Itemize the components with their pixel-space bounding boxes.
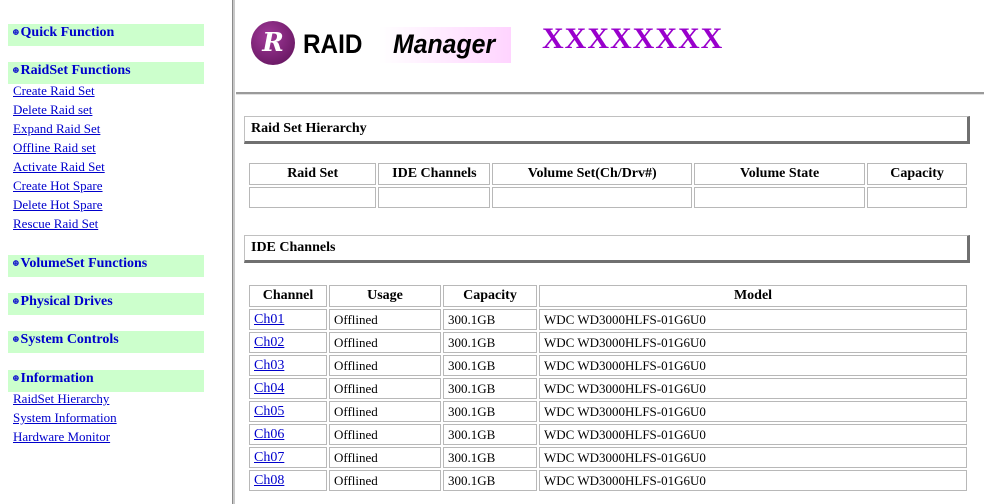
capacity-cell: 300.1GB [443,424,537,445]
model-cell: WDC WD3000HLFS-01G6U0 [539,470,967,491]
table-row: Ch05 Offlined 300.1GB WDC WD3000HLFS-01G… [249,401,967,422]
channel-link-ch08[interactable]: Ch08 [254,473,284,488]
usage-cell: Offlined [329,378,441,399]
table-row: Ch06 Offlined 300.1GB WDC WD3000HLFS-01G… [249,424,967,445]
table-row: Ch02 Offlined 300.1GB WDC WD3000HLFS-01G… [249,332,967,353]
channel-cell: Ch01 [249,309,327,330]
sidebar-link-create-raid-set[interactable]: Create Raid Set [13,81,95,100]
sidebar-link-system-information[interactable]: System Information [13,408,117,427]
bullet-icon: ⊕ [12,258,20,268]
channel-link-ch04[interactable]: Ch04 [254,381,284,396]
table-row: Ch01 Offlined 300.1GB WDC WD3000HLFS-01G… [249,309,967,330]
channel-cell: Ch02 [249,332,327,353]
channel-link-ch07[interactable]: Ch07 [254,450,284,465]
channel-cell: Ch06 [249,424,327,445]
logo-r-icon: R [251,21,295,65]
table-row: Ch03 Offlined 300.1GB WDC WD3000HLFS-01G… [249,355,967,376]
sidebar-link-hardware-monitor[interactable]: Hardware Monitor [13,427,110,446]
bullet-icon: ⊕ [12,334,20,344]
sidebar-link-expand-raid-set[interactable]: Expand Raid Set [13,119,100,138]
channel-cell: Ch07 [249,447,327,468]
sidebar-section-physical-drives[interactable]: ⊕Physical Drives [8,293,204,315]
capacity-cell: 300.1GB [443,401,537,422]
usage-cell: Offlined [329,424,441,445]
logo-word-raid: RAID [303,29,363,59]
sidebar: ⊕Quick Function ⊕RaidSet Functions Creat… [0,0,233,504]
capacity-cell: 300.1GB [443,378,537,399]
bullet-icon: ⊕ [12,296,20,306]
logo-word-manager: Manager [393,29,496,59]
column-header: Usage [329,285,441,307]
column-header: Raid Set [249,163,377,185]
channel-link-ch01[interactable]: Ch01 [254,312,284,327]
usage-cell: Offlined [329,332,441,353]
device-name: XXXXXXXX [542,22,724,55]
channel-cell: Ch04 [249,378,327,399]
model-cell: WDC WD3000HLFS-01G6U0 [539,309,967,330]
table-cell [694,187,866,208]
table-header-row: Channel Usage Capacity Model [249,285,967,307]
table-row [249,187,967,208]
usage-cell: Offlined [329,401,441,422]
model-cell: WDC WD3000HLFS-01G6U0 [539,355,967,376]
table-cell [378,187,491,208]
model-cell: WDC WD3000HLFS-01G6U0 [539,378,967,399]
sidebar-section-system-controls[interactable]: ⊕System Controls [8,331,204,353]
ide-channels-heading: IDE Channels [244,235,970,263]
model-cell: WDC WD3000HLFS-01G6U0 [539,424,967,445]
capacity-cell: 300.1GB [443,447,537,468]
raid-set-hierarchy-heading: Raid Set Hierarchy [244,116,970,144]
usage-cell: Offlined [329,355,441,376]
header: R RAID Manager XXXXXXXX [236,0,984,90]
usage-cell: Offlined [329,447,441,468]
table-row: Ch07 Offlined 300.1GB WDC WD3000HLFS-01G… [249,447,967,468]
capacity-cell: 300.1GB [443,470,537,491]
column-header: Capacity [443,285,537,307]
bullet-icon: ⊕ [12,27,20,37]
column-header: Volume Set(Ch/Drv#) [492,163,693,185]
sidebar-link-delete-raid-set[interactable]: Delete Raid set [13,100,92,119]
sidebar-link-activate-raid-set[interactable]: Activate Raid Set [13,157,105,176]
raid-set-hierarchy-table: Raid Set IDE Channels Volume Set(Ch/Drv#… [247,161,969,210]
model-cell: WDC WD3000HLFS-01G6U0 [539,401,967,422]
capacity-cell: 300.1GB [443,332,537,353]
capacity-cell: 300.1GB [443,355,537,376]
sidebar-link-raidset-hierarchy[interactable]: RaidSet Hierarchy [13,389,109,408]
channel-link-ch05[interactable]: Ch05 [254,404,284,419]
channel-cell: Ch05 [249,401,327,422]
column-header: Model [539,285,967,307]
model-cell: WDC WD3000HLFS-01G6U0 [539,332,967,353]
column-header: Channel [249,285,327,307]
raid-manager-logo: R RAID Manager [251,21,519,67]
channel-link-ch03[interactable]: Ch03 [254,358,284,373]
channel-cell: Ch03 [249,355,327,376]
table-header-row: Raid Set IDE Channels Volume Set(Ch/Drv#… [249,163,967,185]
channel-cell: Ch08 [249,470,327,491]
sidebar-link-rescue-raid-set[interactable]: Rescue Raid Set [13,214,98,233]
channel-link-ch06[interactable]: Ch06 [254,427,284,442]
table-cell [249,187,377,208]
table-row: Ch04 Offlined 300.1GB WDC WD3000HLFS-01G… [249,378,967,399]
table-cell [492,187,693,208]
usage-cell: Offlined [329,470,441,491]
sidebar-link-delete-hot-spare[interactable]: Delete Hot Spare [13,195,103,214]
model-cell: WDC WD3000HLFS-01G6U0 [539,447,967,468]
bullet-icon: ⊕ [12,373,20,383]
usage-cell: Offlined [329,309,441,330]
bullet-icon: ⊕ [12,65,20,75]
sidebar-section-quick-function[interactable]: ⊕Quick Function [8,24,204,46]
sidebar-link-offline-raid-set[interactable]: Offline Raid set [13,138,96,157]
sidebar-section-volumeset-functions[interactable]: ⊕VolumeSet Functions [8,255,204,277]
channel-link-ch02[interactable]: Ch02 [254,335,284,350]
frame-divider[interactable] [233,0,235,504]
table-cell [867,187,967,208]
capacity-cell: 300.1GB [443,309,537,330]
header-divider [236,92,984,95]
table-row: Ch08 Offlined 300.1GB WDC WD3000HLFS-01G… [249,470,967,491]
sidebar-link-create-hot-spare[interactable]: Create Hot Spare [13,176,103,195]
column-header: Capacity [867,163,967,185]
column-header: IDE Channels [378,163,491,185]
ide-channels-table: Channel Usage Capacity Model Ch01 Offlin… [247,283,969,493]
column-header: Volume State [694,163,866,185]
